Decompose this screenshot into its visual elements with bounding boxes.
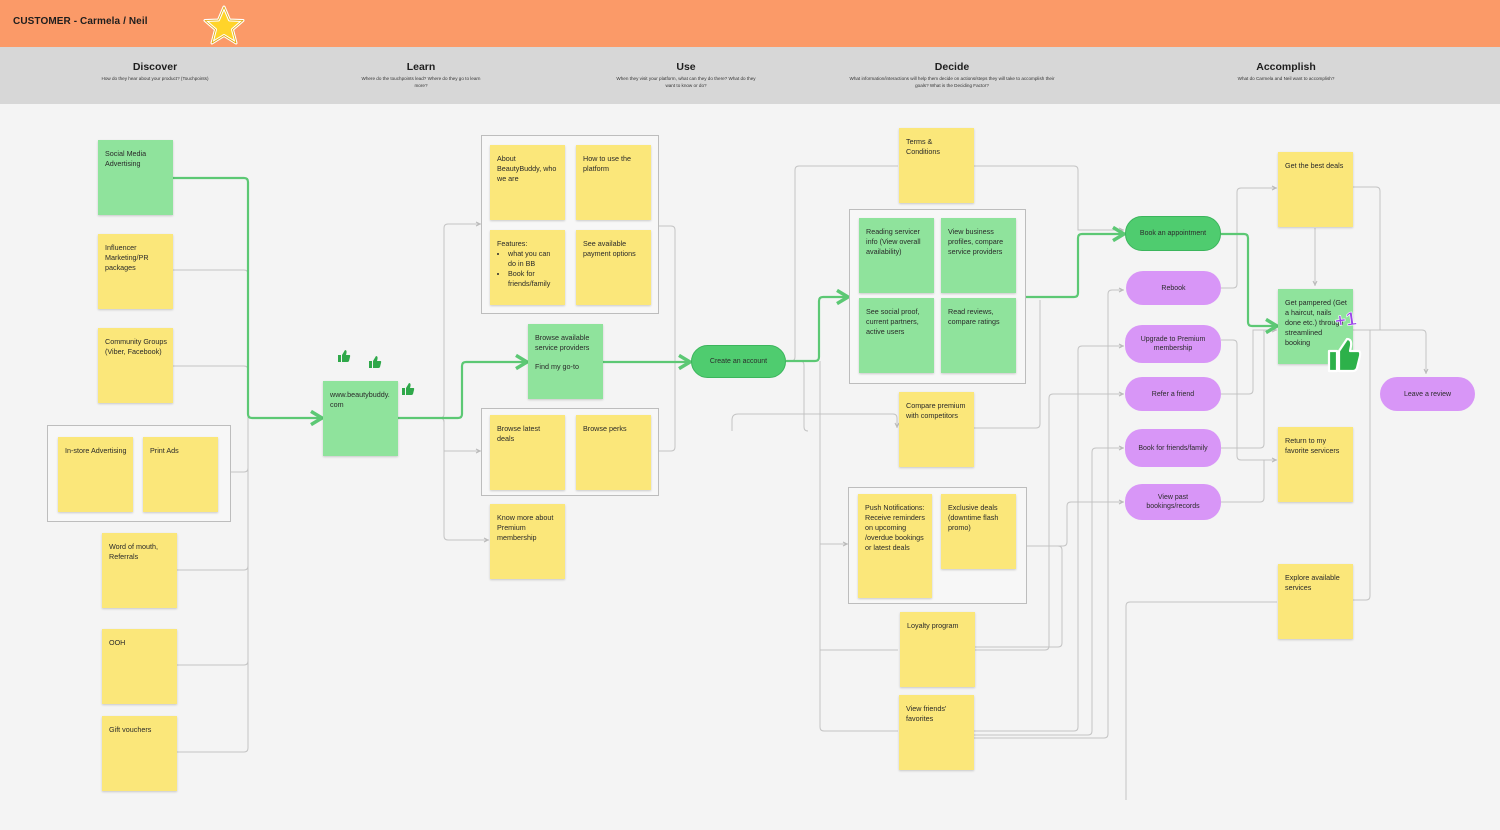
note-explore-services[interactable]: Explore available services bbox=[1278, 564, 1353, 639]
note-terms[interactable]: Terms & Conditions bbox=[899, 128, 974, 203]
leave-review-button[interactable]: Leave a review bbox=[1380, 377, 1475, 411]
note-browse-perks[interactable]: Browse perks bbox=[576, 415, 651, 490]
thumbs-up-icon bbox=[1327, 337, 1362, 373]
plus-one-badge: +1 bbox=[1333, 308, 1358, 333]
book-appointment-button[interactable]: Book an appointment bbox=[1125, 216, 1221, 251]
note-about[interactable]: About BeautyBuddy, who we are bbox=[490, 145, 565, 220]
note-loyalty[interactable]: Loyalty program bbox=[900, 612, 975, 687]
features-list: what you can do in BB Book for friends/f… bbox=[497, 249, 559, 289]
refer-friend-button[interactable]: Refer a friend bbox=[1125, 377, 1221, 411]
note-return-favorite[interactable]: Return to my favorite servicers bbox=[1278, 427, 1353, 502]
note-servicer-info[interactable]: Reading servicer info (View overall avai… bbox=[859, 218, 934, 293]
note-read-reviews[interactable]: Read reviews, compare ratings bbox=[941, 298, 1016, 373]
note-website[interactable]: www.beautybuddy.com bbox=[323, 381, 398, 456]
note-exclusive-deals[interactable]: Exclusive deals (downtime flash promo) bbox=[941, 494, 1016, 569]
create-account-button[interactable]: Create an account bbox=[691, 345, 786, 378]
note-features[interactable]: Features: what you can do in BB Book for… bbox=[490, 230, 565, 305]
note-social-proof[interactable]: See social proof, current partners, acti… bbox=[859, 298, 934, 373]
note-ooh[interactable]: OOH bbox=[102, 629, 177, 704]
browse-providers-text: Browse available service providers bbox=[535, 333, 590, 352]
note-influencer[interactable]: Influencer Marketing/PR packages bbox=[98, 234, 173, 309]
note-gift-vouchers[interactable]: Gift vouchers bbox=[102, 716, 177, 791]
book-for-friends-button[interactable]: Book for friends/family bbox=[1125, 429, 1221, 467]
note-business-profiles[interactable]: View business profiles, compare service … bbox=[941, 218, 1016, 293]
features-title: Features: bbox=[497, 239, 528, 248]
thumbs-up-icon bbox=[338, 350, 351, 362]
features-item: what you can do in BB bbox=[508, 249, 559, 269]
note-push-notifications[interactable]: Push Notifications: Receive reminders on… bbox=[858, 494, 932, 598]
view-past-bookings-button[interactable]: View past bookings/records bbox=[1125, 484, 1221, 520]
note-payment-options[interactable]: See available payment options bbox=[576, 230, 651, 305]
note-print-ads[interactable]: Print Ads bbox=[143, 437, 218, 512]
thumbs-up-icon bbox=[369, 356, 382, 368]
note-social-media[interactable]: Social Media Advertising bbox=[98, 140, 173, 215]
note-best-deals[interactable]: Get the best deals bbox=[1278, 152, 1353, 227]
thumbs-up-icon bbox=[402, 383, 415, 395]
find-goto-text: Find my go-to bbox=[535, 362, 579, 371]
note-premium-info[interactable]: Know more about Premium membership bbox=[490, 504, 565, 579]
note-instore[interactable]: In-store Advertising bbox=[58, 437, 133, 512]
note-browse-deals[interactable]: Browse latest deals bbox=[490, 415, 565, 490]
note-compare-premium[interactable]: Compare premium with competitors bbox=[899, 392, 974, 467]
note-word-of-mouth[interactable]: Word of mouth, Referrals bbox=[102, 533, 177, 608]
note-community[interactable]: Community Groups (Viber, Facebook) bbox=[98, 328, 173, 403]
connector-layer bbox=[173, 165, 1429, 800]
upgrade-premium-button[interactable]: Upgrade to Premium membership bbox=[1125, 325, 1221, 363]
features-item: Book for friends/family bbox=[508, 269, 559, 289]
note-browse-providers[interactable]: Browse available service providers Find … bbox=[528, 324, 603, 399]
rebook-button[interactable]: Rebook bbox=[1126, 271, 1221, 305]
note-how-to-use[interactable]: How to use the platform bbox=[576, 145, 651, 220]
note-friends-favorites[interactable]: View friends' favorites bbox=[899, 695, 974, 770]
